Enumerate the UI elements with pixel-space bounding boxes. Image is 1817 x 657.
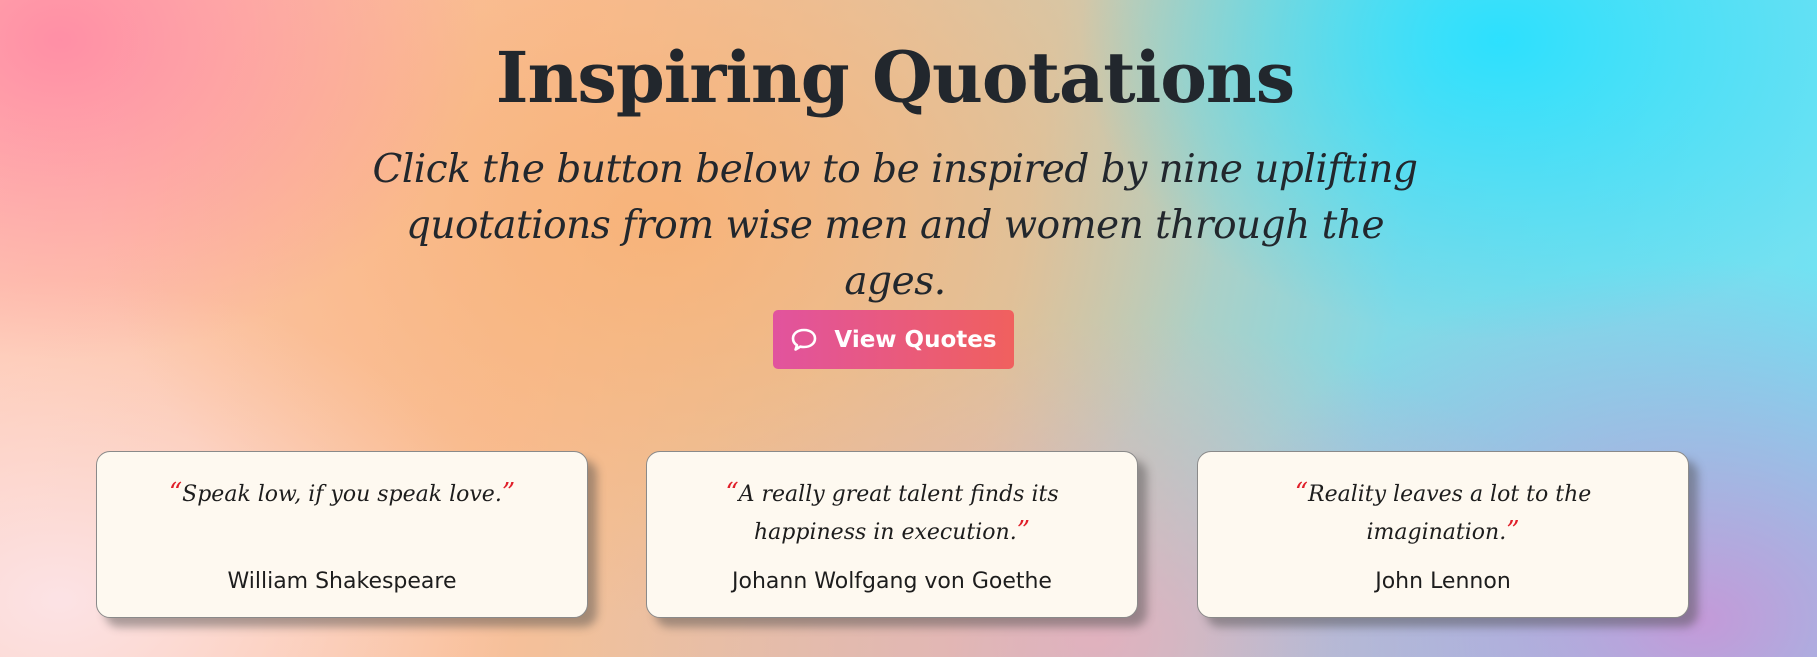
open-quote-mark: “: [1294, 478, 1308, 508]
view-quotes-button-label: View Quotes: [834, 326, 997, 353]
view-quotes-button[interactable]: View Quotes: [773, 310, 1014, 369]
close-quote-mark: ”: [501, 478, 516, 508]
quote-cards: “Speak low, if you speak love.” William …: [0, 451, 1817, 621]
quote-text: “A really great talent finds its happine…: [667, 475, 1117, 551]
quote-body: Reality leaves a lot to the imagination.: [1308, 482, 1592, 545]
page-title: Inspiring Quotations: [495, 36, 1295, 119]
page-subtitle: Click the button below to be inspired by…: [372, 147, 1418, 304]
close-quote-mark: ”: [1016, 516, 1030, 546]
quote-body: A really great talent finds its happines…: [738, 482, 1059, 545]
open-quote-mark: “: [725, 478, 739, 508]
close-quote-mark: ”: [1506, 516, 1520, 546]
quote-card: “Speak low, if you speak love.” William …: [96, 451, 588, 618]
quote-body: Speak low, if you speak love.: [182, 482, 502, 507]
quote-card: “Reality leaves a lot to the imagination…: [1197, 451, 1689, 618]
quote-author: Johann Wolfgang von Goethe: [732, 569, 1052, 594]
quote-author: John Lennon: [1375, 569, 1511, 594]
quote-author: William Shakespeare: [227, 569, 457, 594]
open-quote-mark: “: [168, 478, 183, 508]
quote-card: “A really great talent finds its happine…: [646, 451, 1138, 618]
quote-text: “Speak low, if you speak love.”: [117, 475, 567, 513]
speech-bubble-icon: [790, 327, 818, 353]
quote-text: “Reality leaves a lot to the imagination…: [1218, 475, 1668, 551]
